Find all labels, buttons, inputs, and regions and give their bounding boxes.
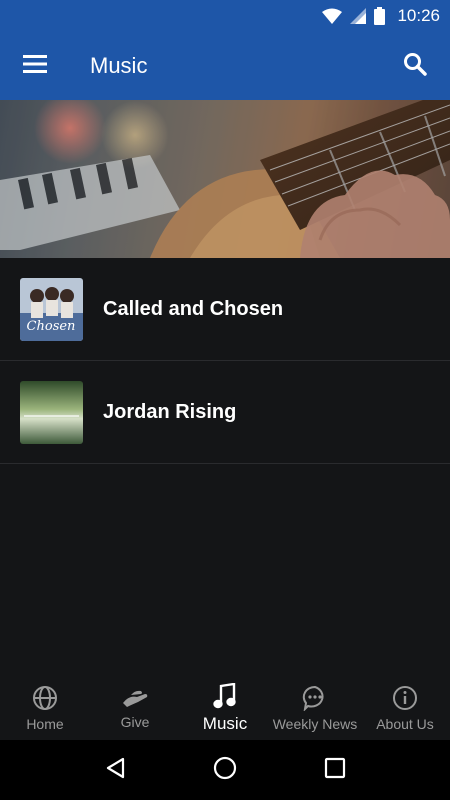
album-cover-called-and-chosen: Chosen [20,277,83,341]
list-item[interactable]: Chosen Called and Chosen [0,258,450,361]
battery-icon [374,7,386,25]
music-note-icon [213,682,237,709]
guitar-photo [0,100,450,258]
nav-label-home: Home [26,715,64,732]
nav-item-give[interactable]: Give [90,676,180,740]
list-item[interactable]: Jordan Rising [0,361,450,464]
svg-text:Chosen: Chosen [27,319,76,334]
recents-icon [324,757,346,784]
nav-item-weekly-news[interactable]: Weekly News [270,676,360,740]
system-nav-bar [0,740,450,800]
hand-icon [121,687,149,709]
chat-bubble-icon [302,685,328,711]
nav-label-about-us: About Us [376,715,434,732]
app-bar: Music [0,32,450,100]
status-bar: 10:26 [0,0,450,32]
system-recents-button[interactable] [305,740,365,800]
album-title: Jordan Rising [103,400,237,423]
hero-banner [0,100,450,258]
info-icon [392,685,418,711]
system-home-button[interactable] [195,740,255,800]
bottom-nav: Home Give Music Weekly News About Us [0,676,450,740]
globe-icon [32,685,58,711]
nav-label-weekly-news: Weekly News [272,715,358,732]
album-cover-jordan-rising [20,380,83,444]
system-back-button[interactable] [85,740,145,800]
album-title: Called and Chosen [103,297,284,320]
search-icon [403,52,427,81]
search-button[interactable] [380,32,450,100]
wifi-icon [322,8,343,24]
nav-item-music[interactable]: Music [180,676,270,740]
back-icon [105,757,125,784]
home-circle-icon [213,756,237,785]
menu-button[interactable] [0,32,70,100]
nav-item-about-us[interactable]: About Us [360,676,450,740]
nav-label-give: Give [120,713,150,730]
status-time: 10:26 [397,6,440,25]
nav-item-home[interactable]: Home [0,676,90,740]
album-list: Chosen Called and Chosen Jordan Rising [0,258,450,676]
hamburger-menu-icon [23,54,47,78]
nav-label-music: Music [202,713,248,733]
page-title: Music [90,53,148,78]
cell-signal-icon [350,8,367,24]
